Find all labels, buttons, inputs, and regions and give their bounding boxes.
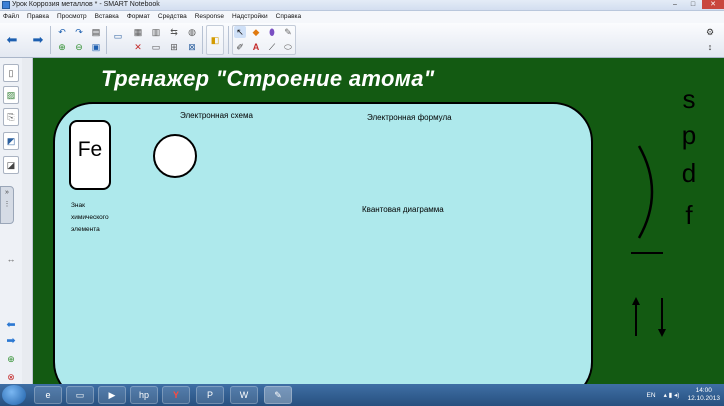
magic-pen-icon[interactable]: ✎ [282,26,294,38]
response-icon[interactable]: ◧ [209,34,221,46]
delete-page-small-icon[interactable]: ⊗ [4,372,18,382]
delete-icon[interactable]: ✕ [132,41,144,53]
electron-scheme-label[interactable]: Электронная схема [180,111,253,120]
close-button[interactable]: ✕ [702,0,724,9]
resize-arrows-icon[interactable]: ↔ [4,254,18,264]
element-symbol: Fe [77,138,103,161]
menu-file[interactable]: Файл [3,11,19,23]
toolbar-separator [50,26,51,54]
sidebar-collapse-handle[interactable]: » ⋮ [0,186,14,224]
orbital-f-label[interactable]: f [679,200,699,231]
forward-arrow-icon[interactable]: ➡ [32,32,44,47]
atom-panel[interactable] [53,102,593,384]
clock-date: 12.10.2013 [687,395,720,402]
table-icon[interactable]: ⊞ [168,41,180,53]
system-tray: EN ▴ ▮ ◂) 14:00 12.10.2013 [647,384,724,406]
line-icon[interactable]: ⟋ [266,41,278,53]
toolbar-toggle-icon[interactable]: ↕ [704,41,716,53]
slide-title[interactable]: Тренажер "Строение атома" [101,66,435,92]
element-sign-label[interactable]: Знак химического элемента [71,200,109,236]
word-icon[interactable]: W [230,386,258,404]
minimize-button[interactable]: – [666,0,684,9]
clock[interactable]: 14:00 12.10.2013 [687,387,720,403]
bracket-shape[interactable] [629,142,669,242]
ie-browser-icon[interactable]: e [34,386,62,404]
window-title: Урок Коррозия металлов * - SMART Noteboo… [12,1,160,8]
orbital-p-label[interactable]: p [679,120,699,151]
fill-icon[interactable]: ⬭ [282,41,294,53]
pen-icon[interactable]: ✐ [234,41,246,53]
element-symbol-box[interactable]: Fe [69,120,111,190]
back-arrow-icon[interactable]: ⬅ [6,32,18,47]
properties-icon[interactable]: ⊠ [186,41,198,53]
menu-addons[interactable]: Надстройки [232,11,268,23]
document-camera-icon[interactable]: ▥ [150,26,162,38]
menu-response[interactable]: Response [195,11,224,23]
toolbar-separator [228,26,229,54]
add-page-icon[interactable]: ⊕ [56,41,68,53]
toolbar-separator [106,26,107,54]
menu-tools[interactable]: Средства [158,11,187,23]
redo-icon[interactable]: ↷ [73,26,85,38]
underline-shape[interactable] [631,252,663,254]
menu-format[interactable]: Формат [127,11,150,23]
menu-bar: Файл Правка Просмотр Вставка Формат Сред… [0,11,724,23]
attachments-tab-icon[interactable]: ⎘ [3,108,19,126]
gallery-tab-icon[interactable]: ▨ [3,86,19,104]
save-icon[interactable]: ▣ [90,41,102,53]
next-page-arrow-icon[interactable]: ➡ [4,336,18,347]
language-indicator[interactable]: EN [647,392,656,399]
media-player-icon[interactable]: ▶ [98,386,126,404]
gear-icon[interactable]: ⚙ [704,26,716,38]
delete-page-icon[interactable]: ⊖ [73,41,85,53]
eraser-icon[interactable]: ⬮ [266,26,278,38]
clock-time: 14:00 [695,387,712,394]
maximize-button[interactable]: □ [684,0,702,9]
globe-icon[interactable]: ◍ [186,26,198,38]
prev-page-arrow-icon[interactable]: ⬅ [4,320,18,331]
quantum-diagram-label[interactable]: Квантовая диаграмма [362,205,444,214]
sidebar: ▯ ▨ ⎘ ◩ ◪ » ⋮ ↔ ⬅ ➡ ⊕ ⊗ [0,58,23,384]
smart-notebook-task-icon[interactable]: ✎ [264,386,292,404]
start-button-icon[interactable] [2,385,26,405]
menu-help[interactable]: Справка [276,11,302,23]
smart-notebook-icon [2,1,10,9]
shapes-icon[interactable]: ◆ [250,26,262,38]
electron-formula-label[interactable]: Электронная формула [367,113,452,122]
hp-app-icon[interactable]: hp [130,386,158,404]
tray-icons[interactable]: ▴ ▮ ◂) [664,391,680,399]
fullscreen-icon[interactable]: ▭ [150,41,162,53]
slide-canvas[interactable]: Тренажер "Строение атома" Fe Электронная… [33,58,724,384]
taskbar: e ▭ ▶ hp Y P W ✎ EN ▴ ▮ ◂) 14:00 12.10.2… [0,384,724,406]
share-icon[interactable]: ⇆ [168,26,180,38]
sidebar-resize-strip[interactable] [22,58,33,384]
file-explorer-icon[interactable]: ▭ [66,386,94,404]
page-sorter-tab-icon[interactable]: ▯ [3,64,19,82]
spin-down-arrow-icon[interactable] [657,296,667,338]
toolbar-separator [202,26,203,54]
window-controls: – □ ✕ [666,0,724,10]
yandex-browser-icon[interactable]: Y [162,386,190,404]
orbital-s-label[interactable]: s [679,84,699,115]
undo-icon[interactable]: ↶ [56,26,68,38]
menu-insert[interactable]: Вставка [95,11,119,23]
properties-tab-icon[interactable]: ◩ [3,132,19,150]
new-page-icon[interactable]: ▤ [90,26,102,38]
spin-up-arrow-icon[interactable] [631,296,641,338]
title-bar: Урок Коррозия металлов * - SMART Noteboo… [0,0,724,11]
text-icon[interactable]: A [250,41,262,53]
screen-capture-icon[interactable]: ▭ [112,30,124,42]
electron-scheme-circle[interactable] [153,134,197,178]
menu-view[interactable]: Просмотр [57,11,87,23]
menu-edit[interactable]: Правка [27,11,49,23]
add-page-small-icon[interactable]: ⊕ [4,354,18,364]
select-pointer-icon[interactable]: ↖ [234,26,246,38]
toolbar: ⬅ ➡ ↶ ↷ ▤ ⊕ ⊖ ▣ ▭ ▦ ▥ ⇆ ◍ ✕ ▭ ⊞ ⊠ ◧ ↖ ◆ … [0,23,724,58]
screen-shade-icon[interactable]: ▦ [132,26,144,38]
powerpoint-icon[interactable]: P [196,386,224,404]
orbital-d-label[interactable]: d [679,158,699,189]
addons-tab-icon[interactable]: ◪ [3,156,19,174]
